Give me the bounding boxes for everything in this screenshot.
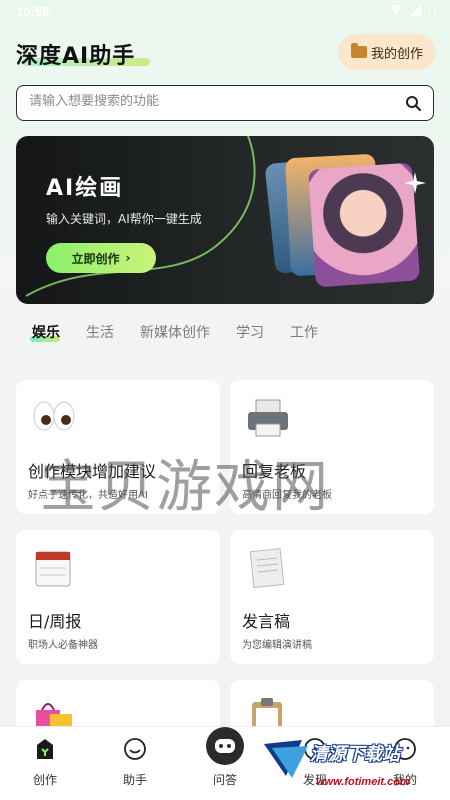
signal-icon (410, 5, 421, 16)
printer-icon (248, 399, 288, 437)
tab-label: 生活 (86, 325, 114, 341)
tab-entertainment[interactable]: 娱乐 (30, 322, 60, 342)
nav-label: 问答 (212, 773, 237, 787)
card-daily-weekly-report[interactable]: 日/周报 职场人必备神器 (16, 530, 220, 664)
battery-icon (429, 5, 436, 17)
nav-label: 助手 (122, 773, 147, 787)
card-clipboard[interactable] (230, 680, 434, 726)
ai-drawing-banner[interactable]: AI绘画 输入关键词，AI帮你一键生成 立即创作 › (16, 136, 434, 304)
search-input[interactable] (29, 94, 389, 109)
nav-label: 我的 (392, 773, 417, 787)
tab-label: 学习 (236, 325, 264, 341)
nav-label: 创作 (32, 773, 57, 787)
smile-icon (124, 738, 146, 760)
search-box[interactable] (16, 85, 434, 121)
create-now-label: 立即创作 (71, 251, 120, 266)
nav-label: 发现 (302, 773, 327, 787)
card-speech-draft[interactable]: 发言稿 为您编辑演讲稿 (230, 530, 434, 664)
status-time: 10:58 (16, 4, 50, 19)
bottom-nav: 创作 助手 问答 发现 我的 (0, 726, 450, 800)
clipboard-icon (252, 698, 282, 726)
banner-title: AI绘画 (46, 176, 124, 201)
create-now-button[interactable]: 立即创作 › (46, 243, 156, 273)
app-title: 深度AI助手 (16, 44, 136, 69)
search-icon[interactable] (405, 95, 421, 111)
card-desc: 职场人必备神器 (28, 640, 98, 651)
card-title: 创作模块增加建议 (28, 462, 157, 481)
create-icon (37, 739, 53, 759)
tab-label: 工作 (290, 325, 318, 341)
tab-label: 新媒体创作 (140, 325, 210, 341)
tab-label: 娱乐 (32, 325, 60, 341)
robot-icon (206, 727, 244, 765)
nav-discover[interactable]: 发现 (270, 727, 360, 800)
calendar-icon (35, 551, 71, 587)
card-title: 发言稿 (242, 612, 291, 631)
feature-card-grid: 创作模块增加建议 好点子速传化，共造好用AI 回复老板 高情商回复我的老板 日/… (0, 380, 450, 726)
card-title: 回复老板 (242, 462, 307, 481)
document-icon (249, 548, 285, 589)
discover-icon (304, 738, 326, 760)
nav-assistant[interactable]: 助手 (90, 727, 180, 800)
card-title: 日/周报 (28, 612, 82, 631)
sparkle-icon (404, 172, 426, 194)
card-reply-boss[interactable]: 回复老板 高情商回复我的老板 (230, 380, 434, 514)
banner-subtitle: 输入关键词，AI帮你一键生成 (46, 212, 202, 226)
nav-create[interactable]: 创作 (0, 727, 90, 800)
tab-study[interactable]: 学习 (236, 322, 264, 342)
card-shopping[interactable] (16, 680, 220, 726)
card-desc: 为您编辑演讲稿 (242, 640, 312, 651)
nav-qa[interactable]: 问答 (180, 727, 270, 800)
wifi-icon (390, 5, 402, 15)
tab-life[interactable]: 生活 (86, 322, 114, 342)
nav-profile[interactable]: 我的 (360, 727, 450, 800)
my-creation-label: 我的创作 (370, 46, 423, 62)
shopping-bag-icon (36, 703, 72, 726)
card-desc: 好点子速传化，共造好用AI (28, 490, 148, 501)
profile-icon (394, 738, 416, 760)
chevron-right-icon: › (125, 251, 131, 265)
status-icons (390, 5, 436, 17)
card-creation-suggestion[interactable]: 创作模块增加建议 好点子速传化，共造好用AI (16, 380, 220, 514)
eyes-icon (33, 401, 75, 431)
card-desc: 高情商回复我的老板 (242, 490, 332, 501)
category-tabs: 娱乐 生活 新媒体创作 学习 工作 (30, 322, 344, 342)
folder-icon (350, 43, 367, 58)
my-creation-button[interactable]: 我的创作 (338, 34, 436, 70)
tab-work[interactable]: 工作 (290, 322, 318, 342)
tab-new-media[interactable]: 新媒体创作 (140, 322, 210, 342)
